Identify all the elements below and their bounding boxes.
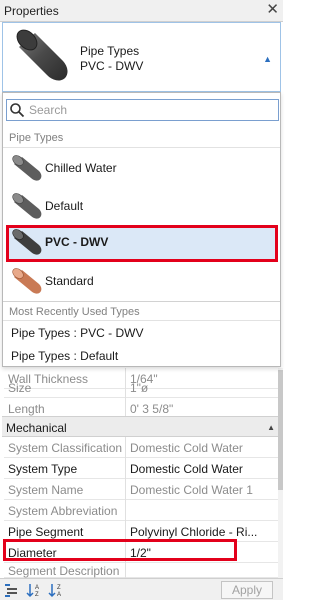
group-title: Mechanical	[6, 421, 67, 435]
recent-item-default[interactable]: Pipe Types : Default	[11, 349, 118, 363]
type-name-label: PVC - DWV	[80, 59, 144, 73]
type-dropdown: Pipe Types Chilled Water Default PVC - D…	[2, 92, 281, 367]
type-item-label: Chilled Water	[45, 161, 117, 175]
categorize-icon[interactable]	[4, 582, 20, 598]
prop-value[interactable]: Polyvinyl Chloride - Ri...	[130, 525, 280, 539]
pipe-swatch-icon	[12, 155, 42, 181]
prop-name: System Type	[8, 462, 78, 476]
type-item-pvc-dwv[interactable]: PVC - DWV	[6, 225, 278, 262]
prop-name: Length	[8, 402, 45, 416]
properties-titlebar: Properties ✕	[0, 0, 283, 22]
prop-name: Pipe Segment	[8, 525, 84, 539]
pipe-swatch-icon	[12, 229, 42, 255]
svg-text:A: A	[35, 585, 39, 591]
recent-item-pvc-dwv[interactable]: Pipe Types : PVC - DWV	[11, 326, 144, 340]
sort-descending-icon[interactable]: Z A	[48, 582, 64, 598]
diameter-highlight-box	[3, 539, 237, 561]
svg-text:Z: Z	[35, 592, 39, 598]
prop-value: Domestic Cold Water 1	[130, 483, 253, 497]
pipe-swatch-icon	[12, 193, 42, 219]
prop-row-size[interactable]: Size 1"ø	[4, 377, 281, 398]
sort-ascending-icon[interactable]: A Z	[26, 582, 42, 598]
svg-text:Z: Z	[57, 585, 61, 591]
group-header-mechanical[interactable]: Mechanical ▲	[2, 416, 281, 437]
prop-value: 1"ø	[130, 381, 149, 395]
prop-value[interactable]: Domestic Cold Water	[130, 462, 280, 476]
search-box[interactable]	[6, 99, 279, 121]
type-selector[interactable]: Pipe Types PVC - DWV ▲	[2, 22, 281, 92]
type-item-label: Standard	[45, 274, 94, 288]
prop-row-system-classification[interactable]: System Classification Domestic Cold Wate…	[4, 437, 281, 458]
type-family-label: Pipe Types	[80, 44, 140, 58]
scrollbar-thumb[interactable]	[278, 370, 283, 490]
svg-text:A: A	[57, 592, 61, 598]
close-icon[interactable]: ✕	[266, 2, 279, 18]
pipe-swatch-icon	[12, 268, 42, 294]
search-input[interactable]	[29, 102, 269, 118]
prop-name: System Name	[8, 483, 84, 497]
type-item-label: Default	[45, 199, 84, 213]
prop-row-segment-description[interactable]: Segment Description	[4, 560, 281, 581]
section-header-recent: Most Recently Used Types	[3, 301, 280, 321]
apply-button[interactable]: Apply	[221, 581, 273, 599]
column-divider	[125, 377, 126, 398]
type-item-standard[interactable]: Standard	[6, 264, 278, 298]
search-icon	[10, 103, 25, 118]
pipe-thumbnail-icon	[16, 29, 68, 81]
prop-name: Size	[8, 381, 32, 395]
prop-value: 0' 3 5/8"	[130, 402, 174, 416]
bottom-toolbar: A Z Z A Apply	[0, 578, 283, 600]
collapse-icon[interactable]: ▲	[267, 423, 275, 432]
type-item-default[interactable]: Default	[6, 189, 278, 223]
column-divider	[125, 500, 126, 521]
properties-scrollbar[interactable]	[278, 368, 283, 578]
prop-value: Domestic Cold Water	[130, 441, 243, 455]
type-item-chilled-water[interactable]: Chilled Water	[6, 151, 278, 185]
prop-row-system-abbreviation[interactable]: System Abbreviation	[4, 500, 281, 521]
prop-name: Segment Description	[8, 564, 120, 578]
column-divider	[125, 458, 126, 479]
prop-row-system-type[interactable]: System Type Domestic Cold Water	[4, 458, 281, 479]
prop-row-system-name[interactable]: System Name Domestic Cold Water 1	[4, 479, 281, 500]
column-divider	[125, 479, 126, 500]
dropdown-arrow-icon[interactable]: ▲	[263, 54, 272, 64]
column-divider	[125, 437, 126, 458]
type-item-label: PVC - DWV	[45, 235, 109, 249]
panel-title: Properties	[4, 4, 59, 18]
section-header-pipe-types: Pipe Types	[3, 128, 280, 148]
prop-name: System Classification	[8, 441, 123, 455]
prop-name: System Abbreviation	[8, 504, 118, 518]
